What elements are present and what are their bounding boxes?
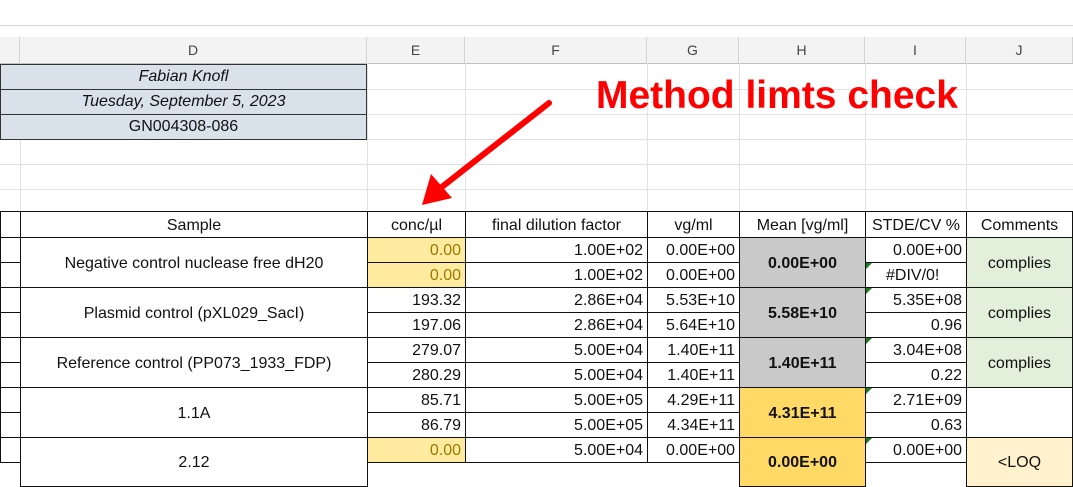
annotation-arrow-icon bbox=[422, 100, 552, 205]
